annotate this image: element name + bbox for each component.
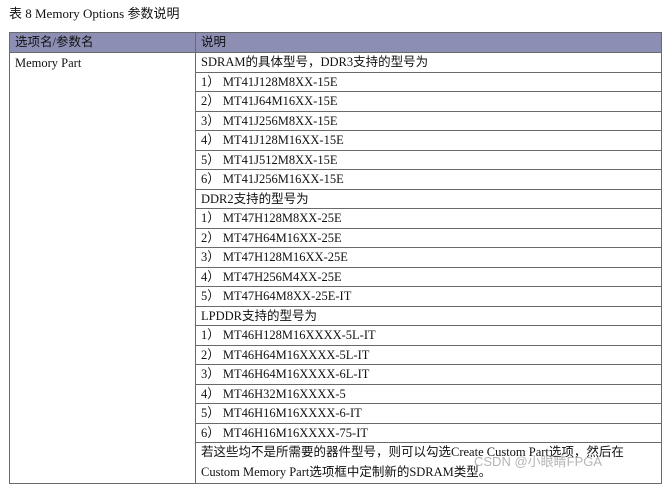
description-line: DDR2支持的型号为	[196, 190, 661, 209]
table-row: Memory Part SDRAM的具体型号，DDR3支持的型号为 1） MT41…	[9, 52, 662, 484]
description-line: SDRAM的具体型号，DDR3支持的型号为	[196, 53, 661, 73]
description-line: 1） MT46H128M16XXXX-5L-IT	[196, 326, 661, 346]
table-header-row: 选项名/参数名 说明	[9, 32, 662, 53]
description-line: 3） MT47H128M16XX-25E	[196, 248, 661, 268]
description-line: 2） MT47H64M16XX-25E	[196, 229, 661, 248]
description-line: 4） MT47H256M4XX-25E	[196, 268, 661, 287]
description-line: 3） MT41J256M8XX-15E	[196, 112, 661, 131]
description-line: 1） MT47H128M8XX-25E	[196, 209, 661, 229]
description-cell: SDRAM的具体型号，DDR3支持的型号为 1） MT41J128M8XX-15E…	[195, 52, 662, 484]
description-line: 5） MT46H16M16XXXX-6-IT	[196, 404, 661, 424]
description-line: 5） MT41J512M8XX-15E	[196, 151, 661, 170]
description-line: 4） MT46H32M16XXXX-5	[196, 385, 661, 404]
description-lines: SDRAM的具体型号，DDR3支持的型号为 1） MT41J128M8XX-15E…	[196, 53, 661, 443]
description-line: 2） MT46H64M16XXXX-5L-IT	[196, 346, 661, 365]
memory-options-table: 选项名/参数名 说明 Memory Part SDRAM的具体型号，DDR3支持…	[9, 32, 662, 484]
description-line: 1） MT41J128M8XX-15E	[196, 73, 661, 92]
description-line: 6） MT41J256M16XX-15E	[196, 170, 661, 190]
description-line: LPDDR支持的型号为	[196, 307, 661, 326]
table-caption: 表 8 Memory Options 参数说明	[9, 6, 180, 21]
header-param-name: 选项名/参数名	[9, 32, 196, 53]
header-description: 说明	[195, 32, 662, 53]
description-note: 若这些均不是所需要的器件型号，则可以勾选Create Custom Part选项…	[201, 445, 624, 479]
description-line: 4） MT41J128M16XX-15E	[196, 131, 661, 151]
description-line: 5） MT47H64M8XX-25E-IT	[196, 287, 661, 307]
param-name-cell: Memory Part	[9, 52, 196, 484]
description-line: 2） MT41J64M16XX-15E	[196, 92, 661, 112]
description-line: 6） MT46H16M16XXXX-75-IT	[196, 424, 661, 443]
description-line: 3） MT46H64M16XXXX-6L-IT	[196, 365, 661, 385]
